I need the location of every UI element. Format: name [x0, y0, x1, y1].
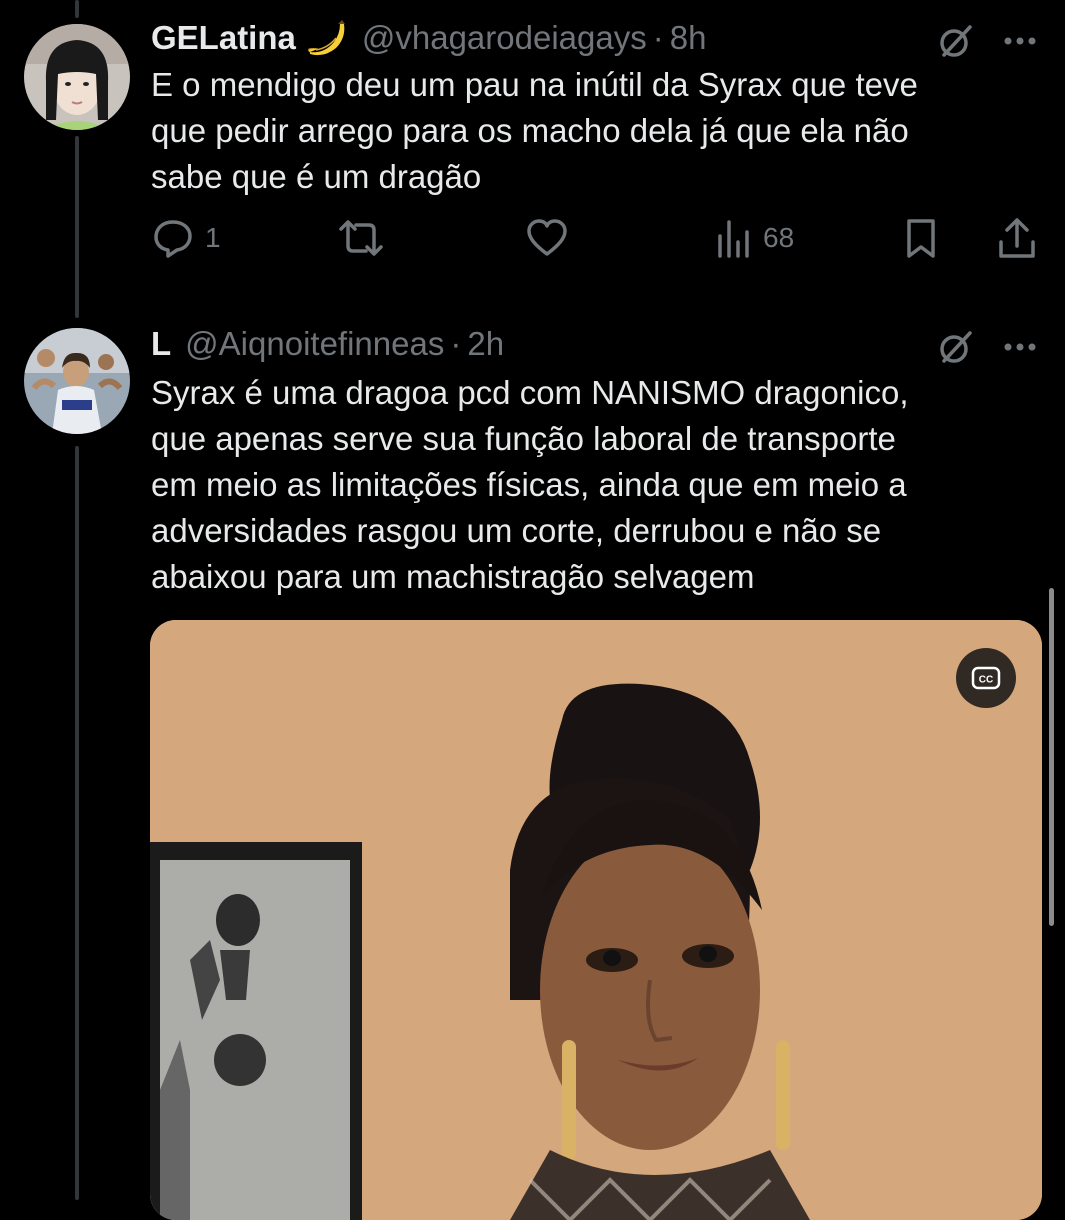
scrollbar[interactable] — [1049, 588, 1054, 926]
more-icon[interactable] — [1003, 36, 1037, 46]
retweet-button[interactable] — [337, 216, 395, 260]
retweet-icon — [339, 220, 383, 256]
handle[interactable]: @Aiqnoitefinneas — [185, 324, 444, 364]
heart-icon — [527, 219, 567, 256]
reply-button[interactable]: 1 — [151, 216, 221, 260]
more-icon[interactable] — [1003, 342, 1037, 352]
views-count: 68 — [763, 222, 795, 253]
views-button[interactable]: 68 — [717, 216, 794, 260]
share-button[interactable] — [997, 216, 1037, 260]
display-name[interactable]: GELatina — [151, 18, 296, 58]
banana-icon — [308, 20, 345, 56]
tweet-text: E o mendigo deu um pau na inútil da Syra… — [151, 66, 918, 195]
timestamp[interactable]: 2h — [467, 324, 504, 364]
separator-dot: · — [652, 19, 664, 56]
captions-label: CC — [979, 675, 993, 686]
video-player[interactable]: CC — [150, 620, 1042, 1220]
timestamp[interactable]: 8h — [670, 18, 707, 58]
video-frame — [150, 620, 1042, 1220]
handle[interactable]: @vhagarodeiagays — [362, 18, 647, 58]
action-bar: 1 68 — [151, 216, 1041, 266]
views-icon — [718, 220, 749, 258]
share-icon — [999, 218, 1035, 258]
grok-icon[interactable] — [937, 22, 975, 60]
captions-icon: CC — [971, 666, 1001, 690]
reply-count: 1 — [205, 222, 221, 253]
tweet-gelatina[interactable]: GELatina @vhagarodeiagays · 8h E o mendi… — [0, 0, 1065, 320]
grok-icon[interactable] — [937, 328, 975, 366]
avatar[interactable] — [24, 328, 130, 434]
reply-icon — [154, 220, 192, 258]
separator-dot: · — [450, 325, 462, 362]
bookmark-icon — [907, 219, 935, 258]
display-name[interactable]: L — [151, 324, 171, 364]
bookmark-button[interactable] — [903, 216, 939, 260]
tweet-text: Syrax é uma dragoa pcd com NANISMO drago… — [151, 374, 909, 595]
like-button[interactable] — [525, 216, 579, 260]
captions-button[interactable]: CC — [956, 648, 1016, 708]
avatar[interactable] — [24, 24, 130, 130]
